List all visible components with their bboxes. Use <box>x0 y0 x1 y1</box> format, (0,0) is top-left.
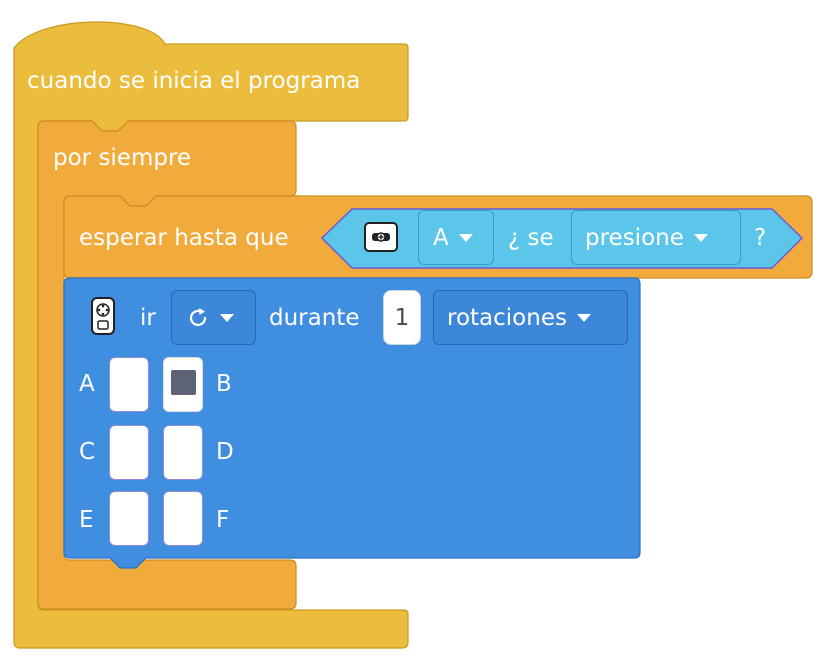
units-dropdown-value: rotaciones <box>447 304 567 331</box>
port-label-e: E <box>79 507 94 533</box>
sensor-state-dropdown[interactable]: presione <box>571 210 741 265</box>
sensor-state-value: presione <box>585 224 684 251</box>
port-e-toggle[interactable] <box>109 491 149 546</box>
port-label-c: C <box>79 439 96 465</box>
port-label-d: D <box>216 439 234 465</box>
port-label-b: B <box>216 371 232 397</box>
motor-durante-label: durante <box>269 305 360 331</box>
chevron-down-icon <box>576 313 591 322</box>
wait-until-label: esperar hasta que <box>79 225 289 251</box>
clockwise-rotate-icon <box>186 306 210 330</box>
port-selected-indicator <box>171 370 196 395</box>
port-c-toggle[interactable] <box>109 425 149 480</box>
direction-dropdown[interactable] <box>171 290 256 345</box>
port-b-toggle[interactable] <box>163 357 203 412</box>
amount-input[interactable]: 1 <box>383 290 421 345</box>
force-sensor-icon <box>364 222 398 252</box>
chevron-down-icon <box>458 233 473 242</box>
hat-block-label: cuando se inicia el programa <box>27 68 361 94</box>
port-a-toggle[interactable] <box>109 357 149 412</box>
chevron-down-icon <box>693 233 708 242</box>
units-dropdown[interactable]: rotaciones <box>433 290 628 345</box>
port-f-toggle[interactable] <box>163 491 203 546</box>
condition-end-text: ? <box>754 225 767 251</box>
port-dropdown-value: A <box>433 224 449 251</box>
chevron-down-icon <box>220 313 234 322</box>
port-label-a: A <box>79 371 95 397</box>
port-dropdown[interactable]: A <box>418 210 494 265</box>
forever-block-label: por siempre <box>53 145 192 171</box>
motor-icon <box>91 297 115 335</box>
port-label-f: F <box>216 507 230 533</box>
port-d-toggle[interactable] <box>163 425 203 480</box>
condition-middle-text: ¿ se <box>508 225 554 251</box>
motor-ir-label: ir <box>140 305 156 331</box>
